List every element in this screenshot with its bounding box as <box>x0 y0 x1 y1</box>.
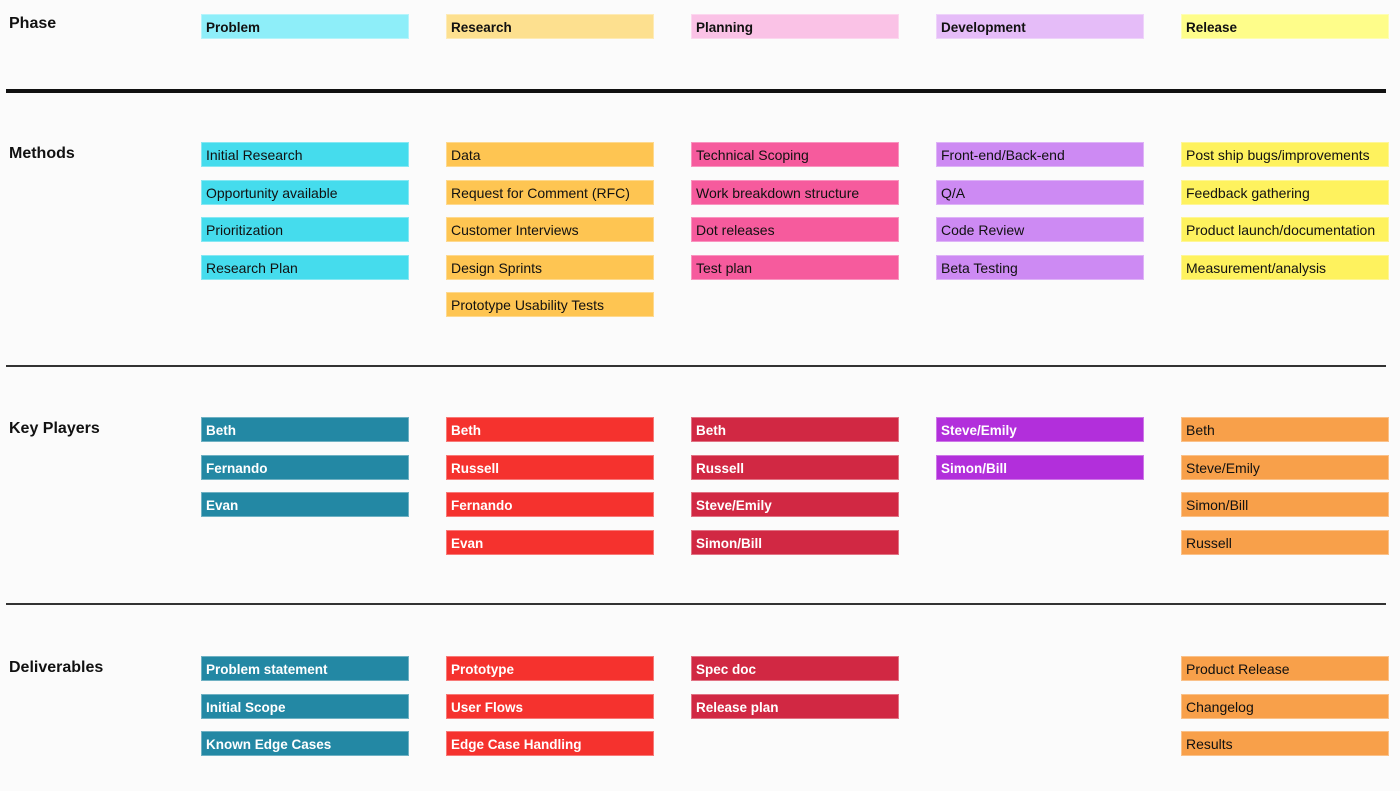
sticky-card[interactable]: Evan <box>201 492 409 517</box>
release-deliverables-column: Product Release Changelog Results <box>1181 656 1389 769</box>
planning-methods-column: Technical Scoping Work breakdown structur… <box>691 142 899 292</box>
sticky-card[interactable]: Work breakdown structure <box>691 179 899 205</box>
sticky-card[interactable]: Beth <box>201 417 409 442</box>
sticky-card[interactable]: Request for Comment (RFC) <box>446 179 654 205</box>
problem-key-players-column: Beth Fernando Evan <box>201 417 409 530</box>
divider-key-players <box>6 603 1386 605</box>
sticky-card[interactable]: Beth <box>1181 417 1389 442</box>
sticky-card[interactable]: Problem statement <box>201 656 409 681</box>
sticky-card[interactable]: Data <box>446 142 654 167</box>
phase-header-card[interactable]: Problem <box>201 14 409 39</box>
sticky-card[interactable]: Test plan <box>691 254 899 280</box>
sticky-card[interactable]: Spec doc <box>691 656 899 681</box>
sticky-card[interactable]: Product Release <box>1181 656 1389 681</box>
development-key-players-column: Steve/Emily Simon/Bill <box>936 417 1144 492</box>
release-methods-column: Post ship bugs/improvements Feedback gath… <box>1181 142 1389 292</box>
sticky-card[interactable]: Initial Scope <box>201 693 409 719</box>
planning-deliverables-column: Spec doc Release plan <box>691 656 899 731</box>
sticky-card[interactable]: Russell <box>1181 529 1389 555</box>
sticky-card[interactable]: Product launch/documentation <box>1181 217 1389 242</box>
sticky-card[interactable]: Simon/Bill <box>936 454 1144 480</box>
phase-header-card[interactable]: Development <box>936 14 1144 39</box>
research-phase-column: Research <box>446 14 654 52</box>
sticky-card[interactable]: Dot releases <box>691 217 899 242</box>
row-label-deliverables: Deliverables <box>9 659 104 676</box>
divider-phase <box>6 89 1386 93</box>
sticky-card[interactable]: Steve/Emily <box>691 492 899 517</box>
sticky-card[interactable]: Prioritization <box>201 217 409 242</box>
row-label-phase: Phase <box>9 15 57 32</box>
planning-phase-column: Planning <box>691 14 899 52</box>
sticky-card[interactable]: Changelog <box>1181 693 1389 719</box>
sticky-card[interactable]: Steve/Emily <box>1181 454 1389 480</box>
planning-key-players-column: Beth Russell Steve/Emily Simon/Bill <box>691 417 899 567</box>
problem-deliverables-column: Problem statement Initial Scope Known Edge… <box>201 656 409 769</box>
sticky-card[interactable]: Technical Scoping <box>691 142 899 167</box>
row-label-methods: Methods <box>9 145 75 162</box>
research-methods-column: Data Request for Comment (RFC) Customer In… <box>446 142 654 330</box>
divider-methods <box>6 365 1386 367</box>
development-methods-column: Front-end/Back-end Q/A Code Review Beta Tes… <box>936 142 1144 292</box>
sticky-card[interactable]: Fernando <box>201 454 409 480</box>
problem-methods-column: Initial Research Opportunity available Pri… <box>201 142 409 292</box>
sticky-card[interactable]: Prototype Usability Tests <box>446 292 654 317</box>
release-key-players-column: Beth Steve/Emily Simon/Bill Russell <box>1181 417 1389 567</box>
row-label-key-players: Key Players <box>9 420 100 437</box>
sticky-card[interactable]: Measurement/analysis <box>1181 254 1389 280</box>
sticky-card[interactable]: Q/A <box>936 179 1144 205</box>
development-phase-column: Development <box>936 14 1144 52</box>
sticky-card[interactable]: Beth <box>691 417 899 442</box>
phase-header-card[interactable]: Research <box>446 14 654 39</box>
sticky-card[interactable]: Simon/Bill <box>691 529 899 555</box>
sticky-card[interactable]: Research Plan <box>201 254 409 280</box>
sticky-card[interactable]: Simon/Bill <box>1181 492 1389 517</box>
phase-header-card[interactable]: Planning <box>691 14 899 39</box>
research-deliverables-column: Prototype User Flows Edge Case Handling <box>446 656 654 769</box>
phase-header-card[interactable]: Release <box>1181 14 1389 39</box>
sticky-card[interactable]: Steve/Emily <box>936 417 1144 442</box>
sticky-card[interactable]: Code Review <box>936 217 1144 242</box>
sticky-card[interactable]: Release plan <box>691 693 899 719</box>
sticky-card[interactable]: Initial Research <box>201 142 409 167</box>
sticky-card[interactable]: Front-end/Back-end <box>936 142 1144 167</box>
sticky-card[interactable]: Feedback gathering <box>1181 179 1389 205</box>
sticky-card[interactable]: Results <box>1181 731 1389 756</box>
sticky-card[interactable]: Opportunity available <box>201 179 409 205</box>
sticky-card[interactable]: Known Edge Cases <box>201 731 409 756</box>
sticky-card[interactable]: Edge Case Handling <box>446 731 654 756</box>
sticky-card[interactable]: Design Sprints <box>446 254 654 280</box>
release-phase-column: Release <box>1181 14 1389 52</box>
problem-phase-column: Problem <box>201 14 409 52</box>
research-key-players-column: Beth Russell Fernando Evan <box>446 417 654 567</box>
sticky-card[interactable]: Post ship bugs/improvements <box>1181 142 1389 167</box>
sticky-card[interactable]: Customer Interviews <box>446 217 654 242</box>
sticky-card[interactable]: Evan <box>446 529 654 555</box>
sticky-card[interactable]: User Flows <box>446 693 654 719</box>
sticky-card[interactable]: Beth <box>446 417 654 442</box>
sticky-card[interactable]: Prototype <box>446 656 654 681</box>
sticky-card[interactable]: Russell <box>691 454 899 480</box>
sticky-card[interactable]: Russell <box>446 454 654 480</box>
sticky-card[interactable]: Beta Testing <box>936 254 1144 280</box>
sticky-card[interactable]: Fernando <box>446 492 654 517</box>
